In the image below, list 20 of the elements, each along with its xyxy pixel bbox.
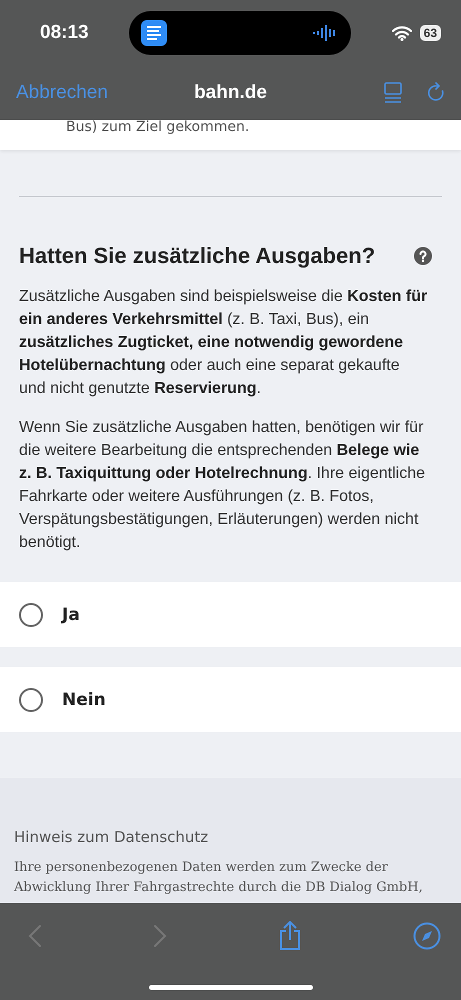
status-time: 08:13 — [40, 22, 89, 44]
battery-level: 63 — [420, 25, 441, 41]
wifi-icon — [392, 26, 412, 40]
body-paragraph: Wenn Sie zusätzliche Ausgaben hatten, benötigen wir für die weitere Bearbeitung die entsprechenden Belege wie z. B. Taxiquittung oder Hotelrechnung. Ihre eigentliche Fahrkarte oder weitere Ausführungen (z. B. Fotos, Verspätungsbestätigungen, Erläuterungen) werden nicht benötigt. — [19, 418, 426, 553]
radio-button[interactable] — [19, 602, 43, 626]
body-paragraph: Zusätzliche Ausgaben sind beispielsweise die Kosten für ein anderes Verkehrsmittel (z. B. Taxi, Bus), ein zusätzliches Zugticket, eine notwendig gewordene Hotelübernachtung oder auch eine separat gekaufte und nicht genutzte Reservierung. — [19, 287, 428, 399]
compass-icon[interactable] — [413, 922, 441, 950]
reader-icon[interactable] — [383, 82, 403, 104]
share-icon[interactable] — [278, 920, 302, 950]
document-app-icon — [141, 20, 168, 46]
audio-wave-icon — [313, 25, 338, 41]
radio-option[interactable]: Nein — [0, 667, 461, 732]
radio-button[interactable] — [19, 688, 43, 712]
radio-option[interactable]: Ja — [0, 582, 461, 647]
help-icon[interactable] — [414, 247, 432, 265]
privacy-text: Ihre personenbezogenen Daten werden zum Zwecke der Abwicklung Ihrer Fahrgastrechte durch die DB Dialog GmbH, — [14, 859, 424, 897]
page-title: bahn.de — [194, 82, 267, 104]
card-text: Bus) zum Ziel gekommen. — [66, 120, 250, 134]
section-heading: Hatten Sie zusätzliche Ausgaben? — [19, 243, 376, 269]
privacy-heading: Hinweis zum Datenschutz — [14, 828, 210, 846]
